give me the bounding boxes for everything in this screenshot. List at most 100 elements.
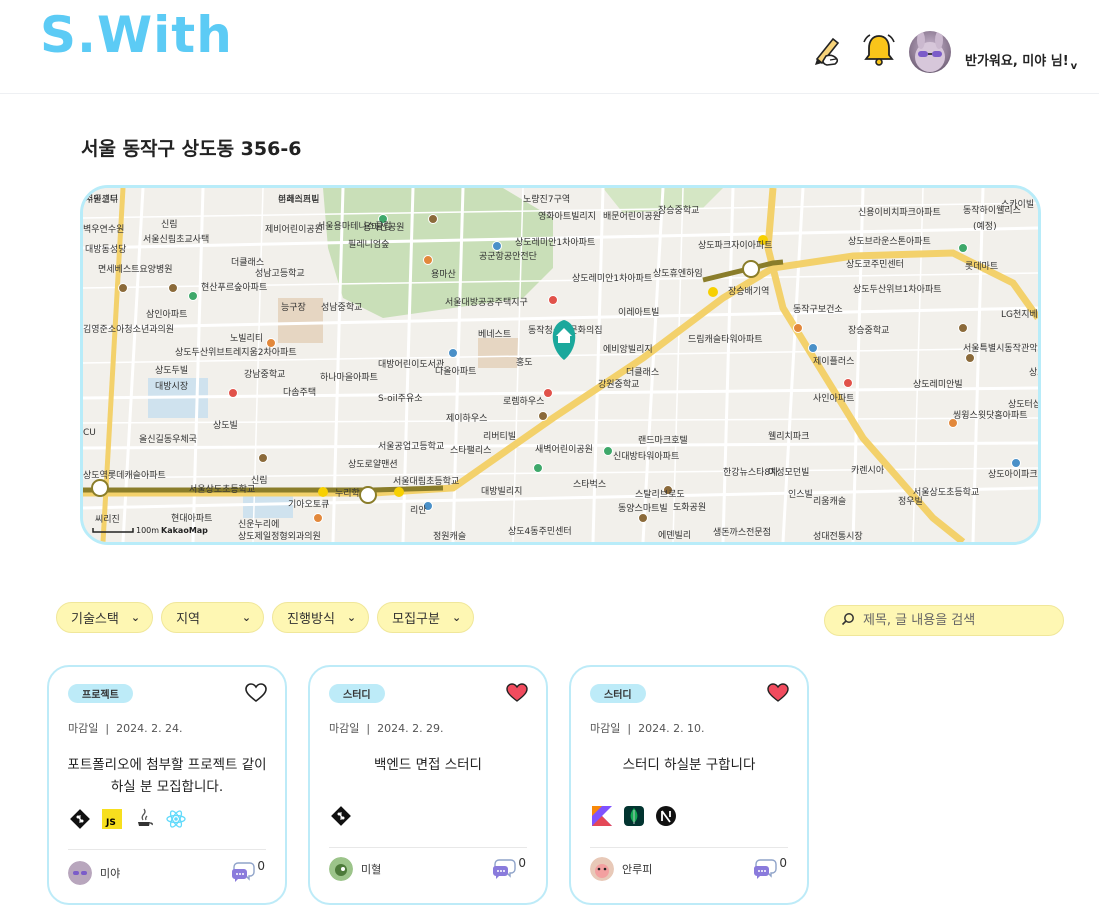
heart-filled-icon[interactable] <box>506 683 528 703</box>
map-place-label: 생돈까스전문점 <box>713 526 771 538</box>
map-poi-icon <box>548 295 558 305</box>
map-place-label: 벽우연수원 <box>83 224 124 235</box>
map-place-label: S-oil주유소 <box>378 393 422 404</box>
map-place-label: 신대방타워아파트 <box>613 451 679 462</box>
map-poi-icon <box>958 243 968 253</box>
map-poi-icon <box>266 338 276 348</box>
map-place-label: 영화아트빌리지 <box>538 211 596 222</box>
map-place-label: CU <box>83 428 96 438</box>
map-place-label: 강원중학교 <box>598 379 639 390</box>
map-place-label: 스타벅스 <box>573 479 606 490</box>
map-place-label: 스타팰리스 <box>450 444 491 456</box>
comment-count-value: 0 <box>257 859 265 873</box>
map-place-label: 랜드마크호텔 <box>638 434 688 446</box>
git-icon <box>69 808 91 830</box>
map-place-label: 상도제일정형외과의원 <box>238 530 321 542</box>
map-poi-icon <box>423 255 433 265</box>
map-place-label: 상도휴엔하임 <box>653 267 703 279</box>
post-card[interactable]: 프로젝트 마감일 | 2024. 2. 24. 포트폴리오에 첨부할 프로젝트 … <box>47 665 287 905</box>
map-place-label: 서울상도초등학교 <box>189 484 255 495</box>
map-poi-icon <box>492 241 502 251</box>
user-avatar[interactable] <box>909 31 951 73</box>
card-divider <box>590 847 788 848</box>
logo[interactable]: S.With <box>40 6 233 64</box>
category-badge: 프로젝트 <box>68 684 133 703</box>
map-place-label: 노량진7구역 <box>523 193 570 205</box>
map-poi-icon <box>313 513 323 523</box>
chat-bubble-icon <box>490 856 517 883</box>
deadline: 마감일 | 2024. 2. 24. <box>68 722 183 735</box>
map-place-label: 신용이비치파크아파트 <box>858 206 941 218</box>
category-badge: 스터디 <box>329 684 385 703</box>
map-place-label: 상도레미안1차아파트 <box>572 272 652 284</box>
map-place-label: 동양스마트빌 <box>618 503 668 514</box>
map-place-label: 정원캐슬 <box>433 531 466 542</box>
map-poi-icon <box>538 411 548 421</box>
comment-count: 0 <box>490 856 526 883</box>
filter-recruit-type[interactable]: 모집구분 ⌄ <box>377 602 475 633</box>
map-place-label: 제이플러스 <box>813 356 854 367</box>
filter-tech-stack[interactable]: 기술스택 ⌄ <box>56 602 154 633</box>
map-place-label: 공군항공안전단 <box>479 251 537 262</box>
heart-filled-icon[interactable] <box>767 683 789 703</box>
post-card[interactable]: 스터디 마감일 | 2024. 2. 29. 백엔드 면접 스터디 미혈 0 <box>308 665 548 905</box>
deadline-date: 2024. 2. 10. <box>638 722 705 735</box>
map-place-label: 서울신림초교사택 <box>143 233 209 245</box>
map-place-label: 서울대림초등학교 <box>393 475 459 487</box>
user-greeting-menu[interactable]: 반가워요, 미야 님! v <box>965 50 1077 72</box>
greeting-text: 반가워요, 미야 님! <box>965 54 1069 69</box>
map-scale-label: 100m <box>136 526 159 535</box>
map-place-label: 서울특별시동작관악교육지원청 <box>963 342 1038 354</box>
kakao-map[interactable]: 주민센터 분화의거리 노량진7구역 영화아트빌리지 배문어린이공원 장승중학교 스카이빌 신용… <box>80 185 1041 545</box>
category-badge: 스터디 <box>590 684 646 703</box>
map-place-label: 제비어린이공원 <box>265 224 323 235</box>
map-place-label: 동작구보건소 <box>793 304 843 315</box>
author-name: 안루피 <box>622 863 653 876</box>
top-header: S.With 반가워요, 미야 님! v <box>0 0 1099 94</box>
post-card[interactable]: 스터디 마감일 | 2024. 2. 10. 스터디 하실분 구합니다 안루피 … <box>569 665 809 905</box>
bell-icon[interactable] <box>859 30 899 70</box>
map-poi-icon <box>168 283 178 293</box>
author-avatar <box>68 861 92 885</box>
map-place-label: 배문어린이공원 <box>603 211 661 222</box>
map-place-label: LG천지베스트샵 <box>1001 309 1038 320</box>
map-place-label: 에덴빌리 <box>658 530 691 541</box>
post-title: 포트폴리오에 첨부할 프로젝트 같이 하실 분 모집합니다. <box>67 757 267 795</box>
map-place-label: 상도아이파크아파트 <box>988 469 1038 480</box>
comment-count: 0 <box>229 859 265 886</box>
map-place-label: 리움캐슬 <box>813 496 846 507</box>
pencil-hand-icon[interactable] <box>808 30 848 70</box>
map-place-label: 서울상도초등학교 <box>913 487 979 498</box>
map-place-label: 노빌리티 <box>230 333 263 344</box>
map-place-label: 강남중학교 <box>244 369 285 380</box>
map-poi-icon <box>428 214 438 224</box>
map-place-label: 상도로얄맨션 <box>348 459 398 470</box>
map-poi-icon <box>258 453 268 463</box>
map-poi-icon <box>188 291 198 301</box>
map-poi-icon <box>793 323 803 333</box>
map-place-label: 서울공업고등학교 <box>378 441 444 452</box>
map-place-label: 상도파크자이아파트 <box>698 240 773 251</box>
deadline: 마감일 | 2024. 2. 10. <box>590 722 705 735</box>
filter-label: 기술스택 <box>71 612 119 627</box>
heart-outline-icon[interactable] <box>245 683 267 703</box>
author: 안루피 <box>590 857 652 881</box>
mongodb-icon <box>623 805 645 827</box>
map-place-label: 성남고등학교 <box>255 268 305 279</box>
deadline-label: 마감일 <box>329 722 360 735</box>
map-place-label: 더클래스 <box>231 257 264 268</box>
search-input[interactable] <box>863 613 1053 628</box>
filter-region[interactable]: 지역 ⌄ <box>161 602 265 633</box>
filter-label: 진행방식 <box>287 612 335 627</box>
author-avatar <box>590 857 614 881</box>
svg-text:JS: JS <box>105 818 116 828</box>
filter-progress-method[interactable]: 진행방식 ⌄ <box>272 602 370 633</box>
map-place-label: 상도두산위브트레지움2차아파트 <box>175 346 297 358</box>
deadline-label: 마감일 <box>590 722 621 735</box>
map-place-label: 대방빌리지 <box>481 486 522 497</box>
map-poi-icon <box>638 513 648 523</box>
map-place-label: 상도레미안빌 <box>913 379 963 390</box>
author-name: 미야 <box>100 867 121 880</box>
map-place-label: 장승중학교 <box>848 325 889 336</box>
deadline-label: 마감일 <box>68 722 99 735</box>
